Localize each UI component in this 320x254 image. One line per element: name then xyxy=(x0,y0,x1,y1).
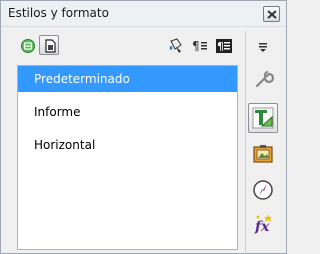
style-item-predeterminado[interactable]: Predeterminado xyxy=(18,66,237,92)
update-style-icon: ¶ xyxy=(216,39,232,53)
functions-icon: fx xyxy=(254,214,272,235)
navigator-icon xyxy=(253,180,273,200)
properties-wrench-icon xyxy=(255,70,274,88)
paragraph-styles-icon xyxy=(21,39,35,53)
sidebar-gallery-button[interactable] xyxy=(248,139,278,169)
fill-format-button[interactable] xyxy=(165,35,185,55)
gallery-icon xyxy=(253,145,273,163)
sidebar-properties-button[interactable] xyxy=(248,65,278,95)
style-item-informe[interactable]: Informe xyxy=(18,99,237,125)
styles-and-formatting-icon xyxy=(252,107,274,129)
page-styles-icon xyxy=(45,39,56,53)
new-style-icon: ¶ xyxy=(192,39,207,53)
title-bar[interactable]: Estilos y formato xyxy=(1,1,286,27)
update-style-button[interactable]: ¶ xyxy=(213,35,233,55)
sidebar-styles-button[interactable] xyxy=(248,103,278,133)
style-item-horizontal[interactable]: Horizontal xyxy=(18,132,237,158)
sidebar-functions-button[interactable]: fx xyxy=(248,209,278,239)
close-button[interactable] xyxy=(263,6,280,22)
svg-text:¶: ¶ xyxy=(192,39,200,53)
sidebar-navigator-button[interactable] xyxy=(248,175,278,205)
new-style-button[interactable]: ¶ xyxy=(189,35,209,55)
styles-formatting-window: Estilos y formato ¶ ¶ Predeterminado Inf… xyxy=(0,0,287,254)
style-item-label: Horizontal xyxy=(34,138,96,152)
paragraph-styles-button[interactable] xyxy=(17,35,37,55)
styles-list: Predeterminado Informe Horizontal xyxy=(17,65,238,250)
sidebar-menu-button[interactable] xyxy=(248,31,278,61)
svg-text:fx: fx xyxy=(254,219,270,235)
page-styles-button[interactable] xyxy=(39,35,59,55)
window-title: Estilos y formato xyxy=(8,6,109,20)
menu-icon xyxy=(259,43,267,52)
styles-toolbar: ¶ ¶ xyxy=(1,31,241,61)
sidebar-tabbar: fx xyxy=(246,31,286,254)
close-icon xyxy=(267,10,277,19)
style-item-label: Informe xyxy=(34,105,81,119)
svg-text:¶: ¶ xyxy=(217,40,224,53)
fill-format-icon xyxy=(169,38,182,53)
style-item-label: Predeterminado xyxy=(34,72,130,86)
